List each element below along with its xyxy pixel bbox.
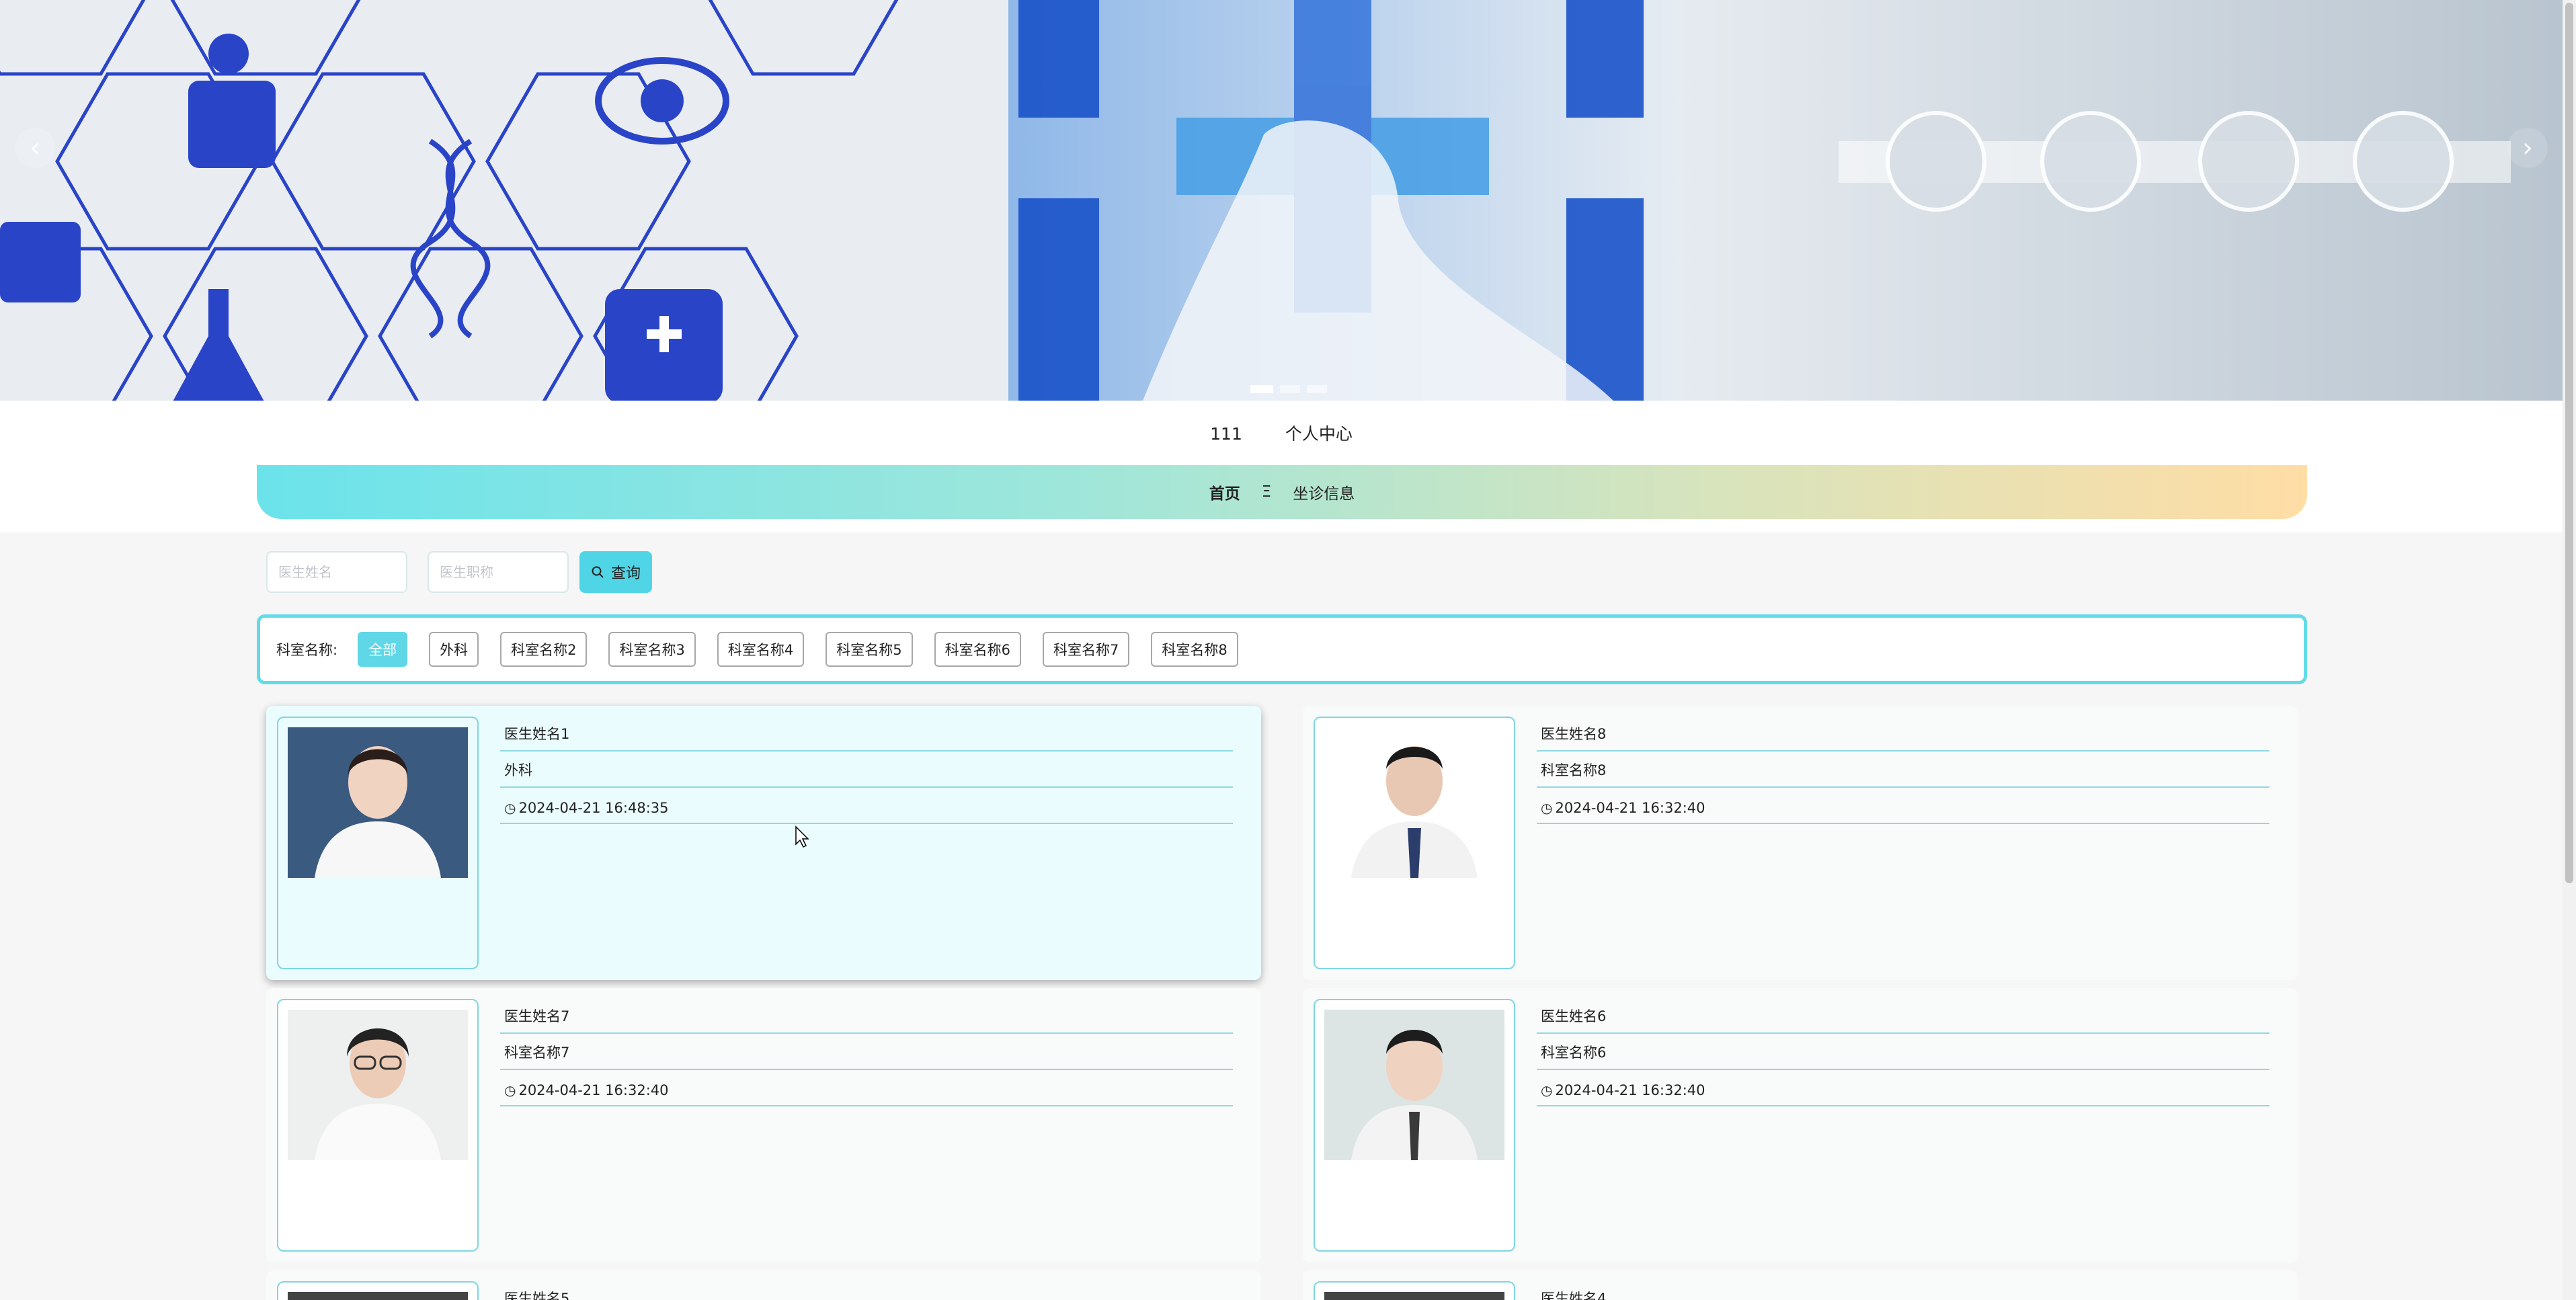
chevron-left-icon: ‹ xyxy=(30,132,40,163)
doctor-photo-frame xyxy=(277,717,479,969)
doctor-department: 外科 xyxy=(500,751,1233,788)
banner-next-button[interactable]: › xyxy=(2507,128,2548,168)
carousel-dot[interactable] xyxy=(1250,385,1273,393)
doctor-time: 2024-04-21 16:32:40 xyxy=(1555,800,1705,816)
doctor-department: 科室名称8 xyxy=(1537,751,2269,788)
department-filter: 科室名称: 全部 外科 科室名称2 科室名称3 科室名称4 科室名称5 科室名称… xyxy=(257,614,2307,684)
doctor-photo-frame xyxy=(1314,1281,1515,1300)
doctor-photo-frame xyxy=(1314,999,1515,1252)
doctor-card[interactable]: 医生姓名7 科室名称7 ◷ 2024-04-21 16:32:40 xyxy=(266,988,1261,1262)
doctor-info: 医生姓名1 外科 ◷ 2024-04-21 16:48:35 xyxy=(500,706,1233,824)
doctor-photo xyxy=(288,1292,468,1300)
doctor-info: 医生姓名6 科室名称6 ◷ 2024-04-21 16:32:40 xyxy=(1537,988,2269,1106)
mouse-cursor-icon xyxy=(795,825,809,848)
carousel-dot[interactable] xyxy=(1307,385,1327,393)
doctor-photo xyxy=(1324,727,1504,878)
doctor-info: 医生姓名4 xyxy=(1537,1270,2269,1300)
main-nav: 首页 Ξ 坐诊信息 xyxy=(257,465,2307,519)
doctor-time: 2024-04-21 16:32:40 xyxy=(1555,1082,1705,1098)
doctor-time-row: ◷ 2024-04-21 16:32:40 xyxy=(500,1070,1233,1106)
doctor-card[interactable]: 医生姓名8 科室名称8 ◷ 2024-04-21 16:32:40 xyxy=(1303,706,2298,980)
topbar: 111 个人中心 首页 Ξ 坐诊信息 xyxy=(0,401,2563,532)
carousel-dot[interactable] xyxy=(1280,385,1300,393)
doctor-name: 医生姓名6 xyxy=(1537,988,2269,1034)
doctor-photo xyxy=(1324,1010,1504,1160)
doctor-photo-frame xyxy=(277,1281,479,1300)
doctor-photo xyxy=(288,727,468,878)
doctor-time-row: ◷ 2024-04-21 16:32:40 xyxy=(1537,1070,2269,1106)
banner-prev-button[interactable]: ‹ xyxy=(15,128,55,168)
doctor-department: 科室名称6 xyxy=(1537,1034,2269,1070)
department-option[interactable]: 科室名称4 xyxy=(717,632,805,667)
doctor-info: 医生姓名8 科室名称8 ◷ 2024-04-21 16:32:40 xyxy=(1537,706,2269,824)
user-line: 111 个人中心 xyxy=(0,421,2563,445)
doctor-info: 医生姓名7 科室名称7 ◷ 2024-04-21 16:32:40 xyxy=(500,988,1233,1106)
doctor-card[interactable]: 医生姓名5 xyxy=(266,1270,1261,1300)
search-icon xyxy=(592,566,604,578)
doctor-time-row: ◷ 2024-04-21 16:48:35 xyxy=(500,788,1233,824)
banner-image xyxy=(0,0,2563,401)
doctor-info: 医生姓名5 xyxy=(500,1270,1233,1300)
department-option[interactable]: 科室名称3 xyxy=(608,632,696,667)
doctor-title-input[interactable] xyxy=(428,551,569,593)
department-filter-label: 科室名称: xyxy=(276,642,338,658)
department-option[interactable]: 科室名称2 xyxy=(500,632,588,667)
department-option[interactable]: 科室名称6 xyxy=(934,632,1021,667)
clock-icon: ◷ xyxy=(504,1082,516,1098)
clock-icon: ◷ xyxy=(504,800,516,816)
nav-current-page[interactable]: 坐诊信息 xyxy=(1293,481,1355,503)
doctor-time-row: ◷ 2024-04-21 16:32:40 xyxy=(1537,788,2269,824)
department-option[interactable]: 外科 xyxy=(429,632,479,667)
doctor-name-input[interactable] xyxy=(266,551,407,593)
doctor-card[interactable]: 医生姓名1 外科 ◷ 2024-04-21 16:48:35 xyxy=(266,706,1261,980)
doctor-name: 医生姓名1 xyxy=(500,706,1233,751)
department-option[interactable]: 科室名称8 xyxy=(1151,632,1238,667)
doctor-card[interactable]: 医生姓名4 xyxy=(1303,1270,2298,1300)
department-option[interactable]: 科室名称5 xyxy=(826,632,913,667)
doctor-time: 2024-04-21 16:48:35 xyxy=(518,800,669,816)
doctor-time: 2024-04-21 16:32:40 xyxy=(518,1082,669,1098)
department-option-all[interactable]: 全部 xyxy=(358,632,408,667)
personal-center-link[interactable]: 个人中心 xyxy=(1285,424,1353,444)
nav-separator: Ξ xyxy=(1261,483,1272,501)
doctor-name: 医生姓名5 xyxy=(500,1270,1233,1300)
clock-icon: ◷ xyxy=(1541,1082,1553,1098)
doctor-card[interactable]: 医生姓名6 科室名称6 ◷ 2024-04-21 16:32:40 xyxy=(1303,988,2298,1262)
username: 111 xyxy=(1210,424,1242,444)
doctor-name: 医生姓名7 xyxy=(500,988,1233,1034)
doctor-photo-frame xyxy=(1314,717,1515,969)
search-button[interactable]: 查询 xyxy=(579,551,652,593)
doctor-name: 医生姓名8 xyxy=(1537,706,2269,751)
nav-home-link[interactable]: 首页 xyxy=(1209,481,1240,503)
doctor-photo xyxy=(1324,1292,1504,1300)
department-option[interactable]: 科室名称7 xyxy=(1042,632,1130,667)
doctor-photo-frame xyxy=(277,999,479,1252)
banner-carousel[interactable]: ‹ › xyxy=(0,0,2563,401)
scrollbar-thumb[interactable] xyxy=(2565,3,2573,883)
doctor-name: 医生姓名4 xyxy=(1537,1270,2269,1300)
carousel-indicators xyxy=(1250,385,1327,393)
search-button-label: 查询 xyxy=(610,565,641,582)
doctor-photo xyxy=(288,1010,468,1160)
chevron-right-icon: › xyxy=(2522,132,2533,163)
page-scrollbar[interactable] xyxy=(2563,0,2576,1300)
clock-icon: ◷ xyxy=(1541,800,1553,816)
doctor-department: 科室名称7 xyxy=(500,1034,1233,1070)
